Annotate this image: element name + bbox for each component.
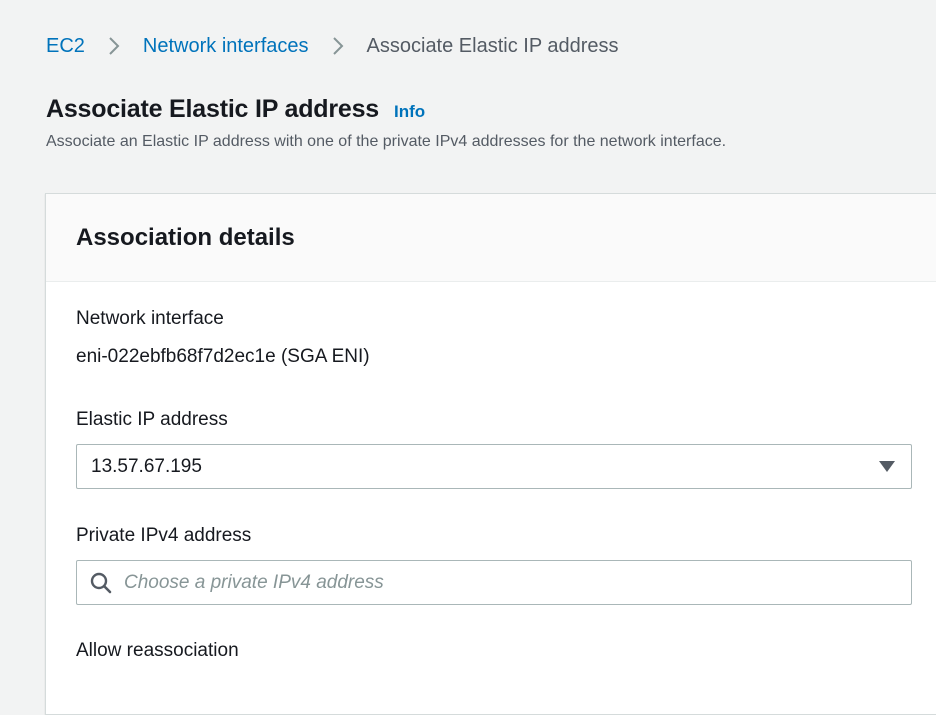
- breadcrumb-current: Associate Elastic IP address: [366, 35, 619, 57]
- panel-title: Association details: [76, 223, 295, 251]
- caret-down-icon: [879, 461, 895, 472]
- breadcrumb-ec2-link[interactable]: EC2: [46, 32, 85, 60]
- chevron-right-icon: [326, 34, 350, 58]
- network-interface-value: eni-022ebfb68f7d2ec1e (SGA ENI): [76, 346, 370, 367]
- elastic-ip-label: Elastic IP address: [76, 409, 228, 430]
- panel-header: Association details: [46, 194, 936, 282]
- search-icon: [90, 572, 112, 594]
- private-ipv4-label: Private IPv4 address: [76, 525, 252, 546]
- association-details-panel: Association details Network interface en…: [45, 193, 936, 715]
- chevron-right-icon: [102, 34, 126, 58]
- network-interface-label: Network interface: [76, 308, 224, 329]
- elastic-ip-selected-value: 13.57.67.195: [91, 455, 202, 477]
- elastic-ip-select[interactable]: 13.57.67.195: [76, 444, 912, 489]
- page-title: Associate Elastic IP address: [46, 95, 380, 123]
- breadcrumb-network-interfaces-link[interactable]: Network interfaces: [143, 32, 309, 60]
- breadcrumb: EC2 Network interfaces Associate Elastic…: [46, 32, 619, 60]
- page-description: Associate an Elastic IP address with one…: [46, 133, 727, 150]
- private-ipv4-input[interactable]: [122, 570, 911, 595]
- info-link[interactable]: Info: [394, 102, 425, 122]
- allow-reassociation-label: Allow reassociation: [76, 640, 239, 661]
- page-header: Associate Elastic IP address Info Associ…: [46, 95, 726, 151]
- private-ipv4-field[interactable]: [76, 560, 912, 605]
